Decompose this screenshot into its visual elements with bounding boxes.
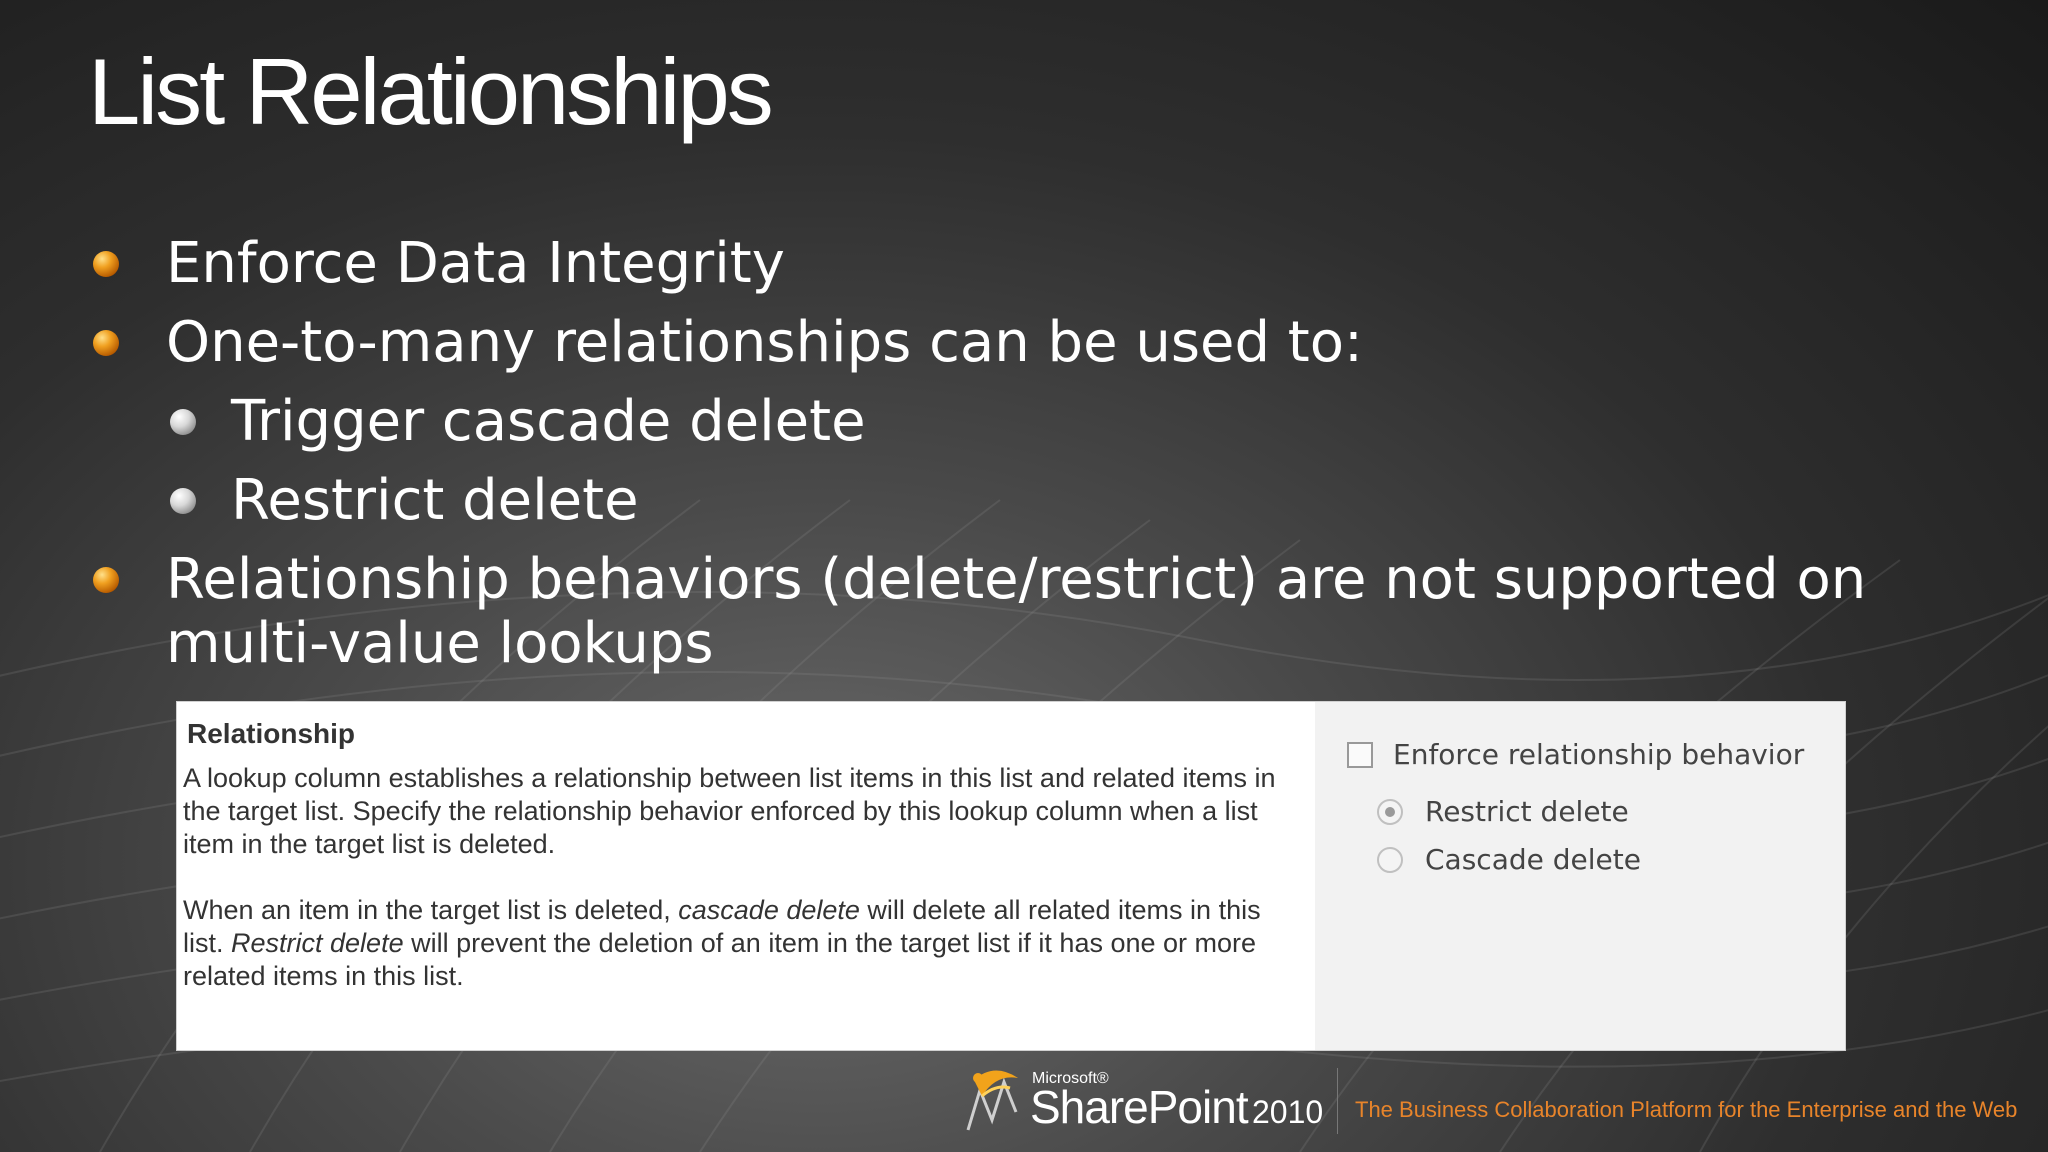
gray-bullet-icon	[170, 409, 196, 435]
cascade-delete-option[interactable]: Cascade delete	[1377, 843, 1641, 876]
restrict-delete-option[interactable]: Restrict delete	[1377, 795, 1629, 828]
sharepoint-logo: Microsoft® SharePoint 2010	[960, 1060, 1340, 1140]
enforce-relationship-checkbox[interactable]	[1347, 741, 1373, 768]
enforce-relationship-row[interactable]: Enforce relationship behavior	[1347, 738, 1804, 771]
bullet-text: One-to-many relationships can be used to…	[166, 310, 1363, 375]
description-paragraph-1: A lookup column establishes a relationsh…	[183, 763, 1276, 859]
bullet-list: Enforce Data Integrity One-to-many relat…	[88, 232, 1988, 691]
bullet-text: Restrict delete	[231, 468, 639, 533]
orange-bullet-icon	[93, 251, 119, 277]
sub-bullet-item: Trigger cascade delete	[88, 390, 1988, 454]
sharepoint-wordmark: SharePoint	[1030, 1081, 1249, 1133]
bullet-item: Relationship behaviors (delete/restrict)…	[88, 548, 1988, 676]
relationship-options-panel: Enforce relationship behavior Restrict d…	[1315, 702, 1845, 1050]
footer-tagline: The Business Collaboration Platform for …	[1355, 1097, 2018, 1122]
slide-title: List Relationships	[88, 39, 774, 144]
gray-bullet-icon	[170, 488, 196, 514]
cascade-delete-term: cascade delete	[678, 895, 860, 925]
restrict-delete-radio[interactable]	[1377, 798, 1403, 825]
orange-bullet-icon	[93, 330, 119, 356]
enforce-relationship-label: Enforce relationship behavior	[1393, 738, 1805, 771]
bullet-item: Enforce Data Integrity	[88, 232, 1988, 296]
footer-divider	[1337, 1068, 1338, 1134]
sharepoint-bird-icon	[966, 1070, 1018, 1131]
orange-bullet-icon	[93, 567, 119, 593]
section-title: Relationship	[187, 718, 356, 749]
bullet-text: Trigger cascade delete	[231, 389, 866, 454]
cascade-delete-label: Cascade delete	[1425, 843, 1641, 876]
relationship-settings-screenshot: Relationship A lookup column establishes…	[176, 701, 1846, 1051]
relationship-description-panel: Relationship A lookup column establishes…	[177, 702, 1315, 1050]
description-paragraph-2: When an item in the target list is delet…	[183, 894, 1293, 993]
cascade-delete-radio[interactable]	[1377, 846, 1403, 873]
bullet-item: One-to-many relationships can be used to…	[88, 311, 1988, 375]
version-year: 2010	[1252, 1094, 1324, 1130]
bullet-text: Enforce Data Integrity	[166, 231, 785, 296]
restrict-delete-label: Restrict delete	[1425, 795, 1629, 828]
desc-text: When an item in the target list is delet…	[183, 895, 679, 925]
bullet-text: Relationship behaviors (delete/restrict)…	[166, 547, 1867, 676]
restrict-delete-term: Restrict delete	[231, 928, 404, 958]
sub-bullet-item: Restrict delete	[88, 469, 1988, 533]
